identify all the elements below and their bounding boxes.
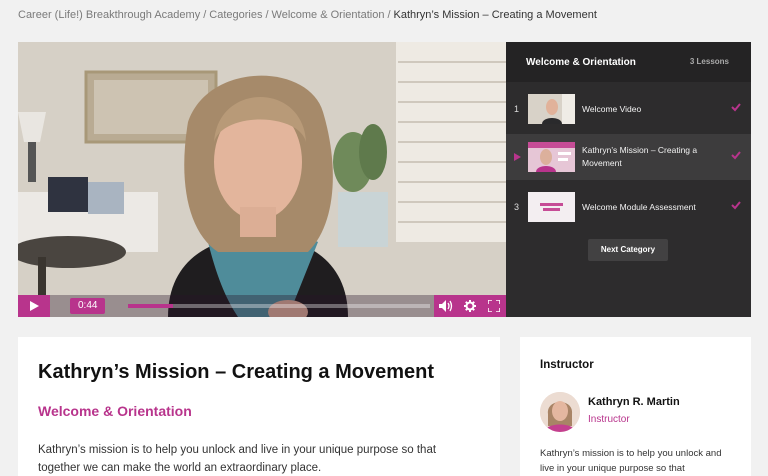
breadcrumb-current: Kathryn’s Mission – Creating a Movement: [393, 9, 597, 21]
lesson-thumbnail: [528, 192, 575, 222]
instructor-card: Instructor Kathryn R. Martin Instructor …: [520, 337, 751, 476]
video-player[interactable]: 0:44: [18, 42, 506, 317]
breadcrumb-link-academy[interactable]: Career (Life!) Breakthrough Academy: [18, 9, 200, 21]
video-progress-bar[interactable]: [128, 304, 430, 308]
next-category-button[interactable]: Next Category: [588, 239, 668, 261]
video-time: 0:44: [70, 298, 106, 314]
fullscreen-button[interactable]: [482, 295, 506, 317]
page-title: Kathryn’s Mission – Creating a Movement: [38, 361, 435, 383]
breadcrumb-separator: /: [265, 9, 269, 21]
lessons-panel: Welcome & Orientation 3 Lessons 1 Welcom…: [506, 42, 751, 317]
lesson-title: Kathryn’s Mission – Creating a Movement: [582, 145, 698, 168]
breadcrumb: Career (Life!) Breakthrough Academy / Cate…: [18, 9, 597, 21]
check-icon: [731, 103, 741, 112]
instructor-role: Instructor: [588, 414, 630, 425]
volume-button[interactable]: [434, 295, 458, 317]
lesson-number: 1: [514, 104, 520, 114]
video-frame: [18, 42, 506, 317]
lesson-item-active[interactable]: Kathryn’s Mission – Creating a Movement: [506, 134, 751, 180]
settings-icon: [464, 300, 476, 312]
lesson-thumbnail: [528, 94, 575, 124]
lesson-thumbnail: [528, 142, 575, 172]
instructor-description: Kathryn’s mission is to help you unlock …: [540, 448, 722, 474]
lessons-count: 3 Lessons: [689, 57, 729, 66]
lesson-title: Welcome Video: [582, 103, 642, 114]
video-controls: 0:44: [18, 295, 506, 317]
lesson-content-card: Kathryn’s Mission – Creating a Movement …: [18, 337, 500, 476]
breadcrumb-link-category[interactable]: Welcome & Orientation: [272, 9, 385, 21]
fullscreen-icon: [488, 300, 500, 312]
lesson-item[interactable]: 3 Welcome Module Assessment: [506, 184, 751, 230]
category-title: Welcome & Orientation: [38, 403, 192, 419]
volume-icon: [439, 300, 453, 312]
breadcrumb-link-categories[interactable]: Categories: [209, 9, 262, 21]
avatar: [540, 392, 580, 432]
settings-button[interactable]: [458, 295, 482, 317]
lesson-item[interactable]: 1 Welcome Video: [506, 86, 751, 132]
lesson-number: 3: [514, 202, 520, 212]
play-icon: [30, 301, 39, 311]
lessons-panel-header: Welcome & Orientation 3 Lessons: [506, 42, 751, 82]
lessons-panel-title: Welcome & Orientation: [526, 57, 636, 68]
check-icon: [731, 201, 741, 210]
breadcrumb-separator: /: [203, 9, 207, 21]
lesson-title: Welcome Module Assessment: [582, 201, 696, 212]
current-lesson-icon: [514, 153, 521, 161]
check-icon: [731, 151, 741, 160]
instructor-name: Kathryn R. Martin: [588, 396, 680, 408]
lesson-description: Kathryn’s mission is to help you unlock …: [38, 444, 437, 474]
video-progress-fill: [128, 304, 174, 308]
instructor-heading: Instructor: [540, 359, 594, 371]
breadcrumb-separator: /: [387, 9, 391, 21]
play-button[interactable]: [18, 295, 50, 317]
